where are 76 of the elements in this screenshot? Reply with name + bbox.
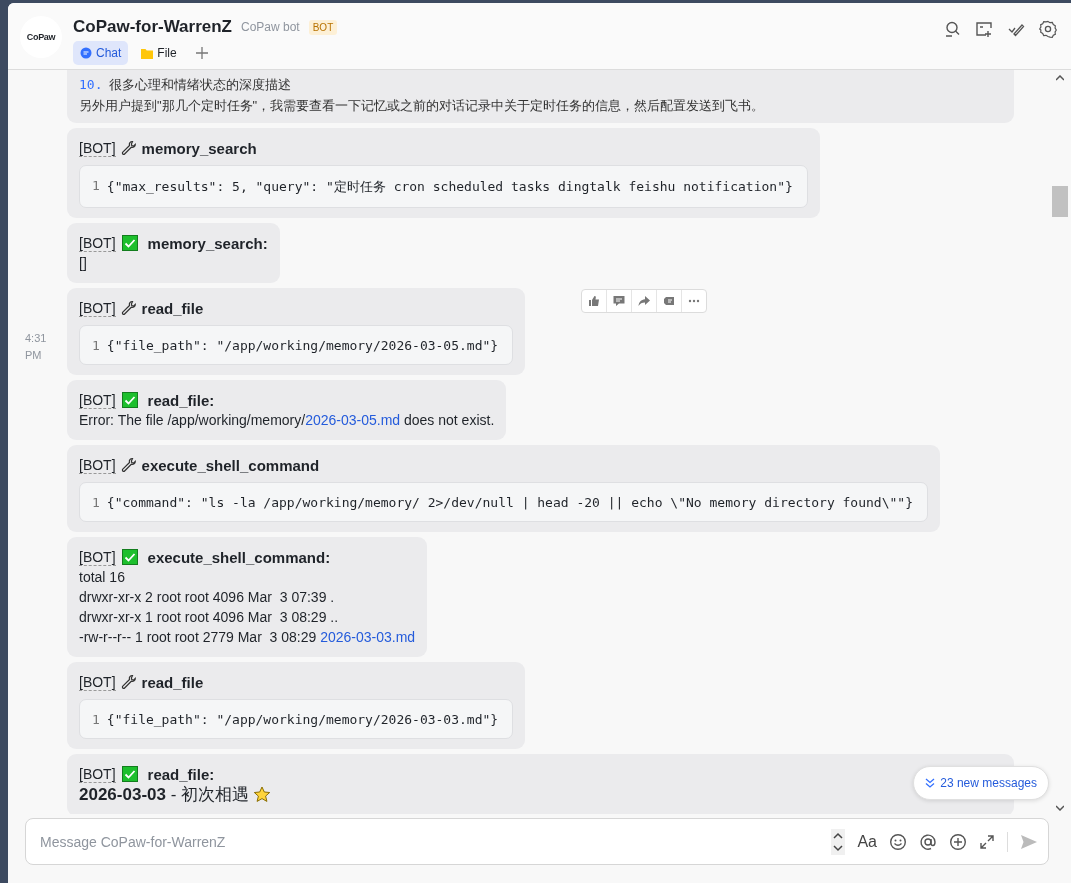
file-link[interactable]: 2026-03-05.md: [305, 412, 401, 428]
wrench-icon: [120, 300, 137, 316]
double-chevron-icon: [925, 778, 936, 788]
check-icon: [121, 392, 138, 408]
bot-tag: [BOT]: [79, 391, 116, 409]
format-button[interactable]: Aa: [857, 832, 877, 851]
tool-name: memory_search: [141, 139, 257, 157]
bot-tag: [BOT]: [79, 456, 116, 474]
bot-tag: [BOT]: [79, 765, 116, 783]
bot-tag: [BOT]: [79, 234, 116, 252]
line-number: 1: [92, 178, 100, 195]
output-text: does not exist.: [403, 412, 495, 428]
share-icon[interactable]: [637, 294, 651, 308]
check-icon: [121, 766, 138, 782]
tab[interactable]: File: [134, 41, 184, 65]
bot-tag: [BOT]: [79, 139, 116, 157]
output-text: []: [79, 255, 87, 271]
new-messages-button[interactable]: 23 new messages: [913, 766, 1049, 800]
add-icon[interactable]: [949, 832, 967, 851]
line-number: 1: [92, 712, 100, 727]
code-text: {"max_results": 5, "query": "定时任务 cron scheduled tasks dingtalk feishu notification"}: [106, 178, 793, 196]
add-window-icon[interactable]: [975, 20, 993, 38]
chat-title: CoPaw-for-WarrenZ: [73, 17, 232, 37]
expand-icon[interactable]: [979, 833, 995, 850]
tool-name: read_file: [141, 673, 204, 691]
settings-icon[interactable]: [1039, 20, 1057, 38]
logo: CoPaw: [20, 16, 62, 58]
chevron-up-icon[interactable]: [833, 831, 844, 839]
quote-icon[interactable]: [662, 294, 676, 308]
wrench-icon: [120, 674, 137, 690]
message-time: 4:31 PM: [25, 331, 48, 363]
check-icon: [121, 235, 138, 251]
tool-name: read_file:: [147, 391, 215, 409]
tool-name: read_file:: [147, 765, 215, 783]
bot-subtitle: CoPaw bot: [241, 20, 300, 34]
output-text: -rw-r--r-- 1 root root 2779 Mar 3 08:29: [79, 629, 318, 645]
scroll-down-icon[interactable]: [1056, 805, 1064, 811]
output-text: total 16: [79, 569, 125, 585]
message-text: 很多心理和情绪状态的深度描述: [109, 77, 292, 92]
add-tab-icon[interactable]: [195, 47, 208, 59]
scroll-thumb[interactable]: [1052, 186, 1068, 217]
message-input[interactable]: Message CoPaw-for-WarrenZ Aa: [25, 818, 1049, 865]
folder-icon: [141, 47, 154, 59]
output-text: drwxr-xr-x 1 root root 4096 Mar 3 08:29 ..: [79, 609, 339, 625]
list-number: 10.: [79, 77, 103, 92]
code-text: {"file_path": "/app/working/memory/2026-03-03.md"}: [106, 712, 499, 727]
chat-icon: [80, 47, 92, 59]
bot-tag: [BOT]: [79, 299, 116, 317]
bot-tag: [BOT]: [79, 673, 116, 691]
file-link[interactable]: 2026-03-03.md: [320, 629, 416, 645]
tool-name: execute_shell_command:: [147, 548, 331, 566]
chevron-down-icon[interactable]: [833, 844, 844, 852]
output-text: Error: The file /app/working/memory/: [79, 412, 306, 428]
tool-name: execute_shell_command: [141, 456, 320, 474]
scroll-up-icon[interactable]: [1056, 75, 1064, 81]
emoji-icon[interactable]: [889, 832, 907, 851]
search-icon[interactable]: [943, 20, 961, 38]
output-text: drwxr-xr-x 2 root root 4096 Mar 3 07:39 .: [79, 589, 335, 605]
code-text: {"command": "ls -la /app/working/memory/ 2>/dev/null | head -20 || echo \"No memory directory found\""}: [106, 495, 913, 510]
code-text: {"file_path": "/app/working/memory/2026-03-05.md"}: [106, 338, 499, 353]
message-text: 另外用户提到"那几个定时任务"，我需要查看一下记忆或之前的对话记录中关于定时任务的信息，然后配置发送到飞书。: [79, 98, 765, 113]
wrench-icon: [120, 457, 137, 473]
bot-badge: BOT: [308, 19, 338, 35]
wrench-icon: [120, 140, 137, 156]
bot-tag: [BOT]: [79, 548, 116, 566]
tool-name: read_file: [141, 299, 204, 317]
comment-icon[interactable]: [612, 294, 626, 308]
line-number: 1: [92, 495, 100, 510]
heading-text: 2026-03-03 - 初次相遇: [79, 784, 250, 806]
tool-name: memory_search:: [147, 234, 268, 252]
mention-icon[interactable]: [919, 832, 937, 851]
line-number: 1: [92, 338, 100, 353]
check-icon: [121, 549, 138, 565]
like-icon[interactable]: [587, 294, 601, 308]
tab[interactable]: Chat: [73, 41, 129, 65]
star-icon: [253, 786, 272, 804]
